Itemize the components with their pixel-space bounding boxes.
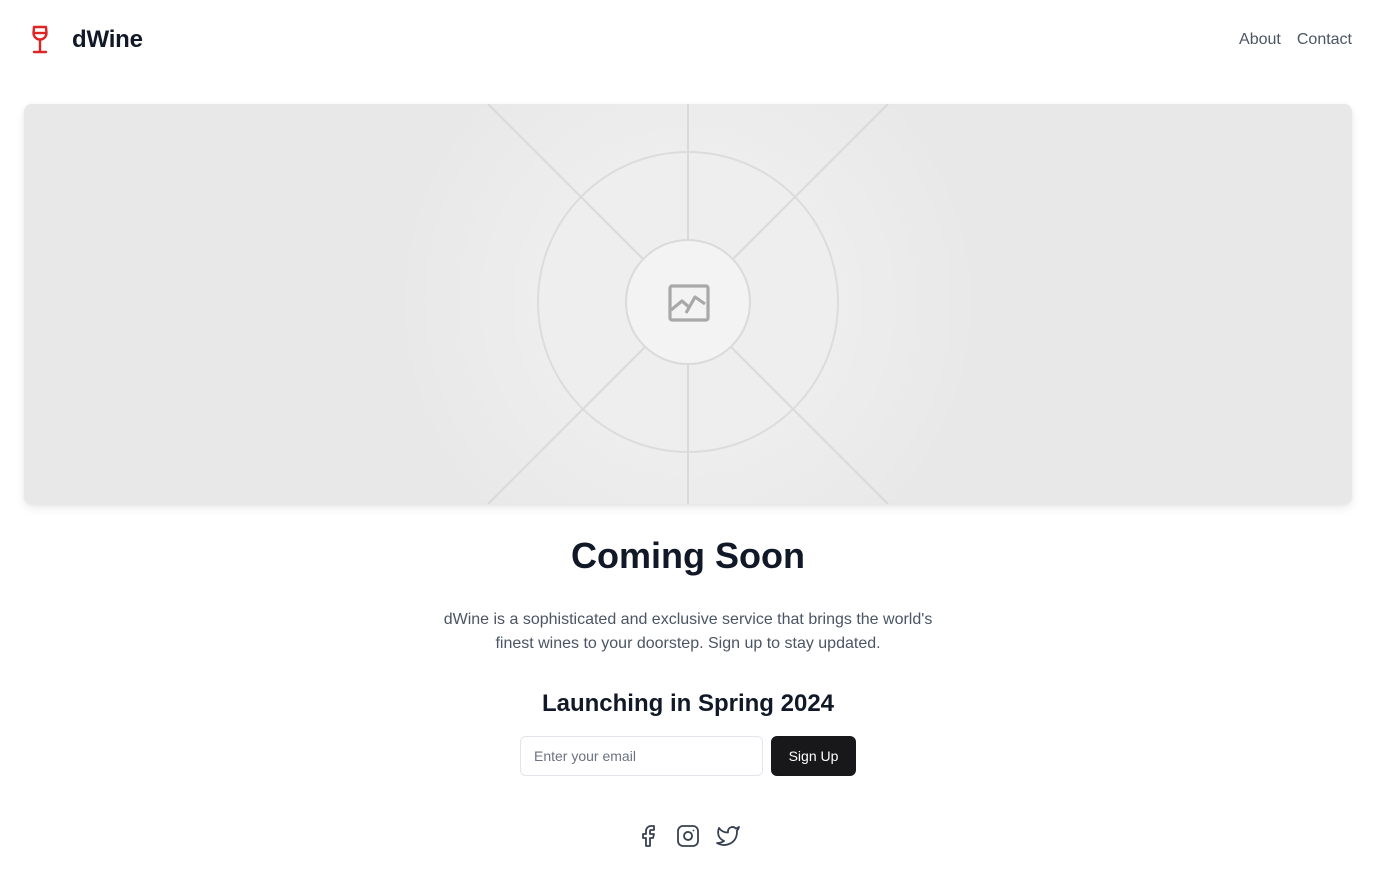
placeholder-pattern <box>24 104 1352 504</box>
nav-contact-link[interactable]: Contact <box>1297 28 1352 52</box>
instagram-icon <box>677 825 699 847</box>
site-header: dWine About Contact <box>0 0 1376 80</box>
brand-name: dWine <box>72 26 143 53</box>
twitter-icon <box>716 826 740 846</box>
description-text: dWine is a sophisticated and exclusive s… <box>443 611 933 652</box>
facebook-icon <box>642 825 655 847</box>
instagram-link[interactable] <box>676 822 700 850</box>
facebook-link[interactable] <box>636 822 660 850</box>
wine-glass-icon <box>32 25 48 54</box>
launch-subtitle: Launching in Spring 2024 <box>541 690 835 717</box>
social-links <box>636 822 740 850</box>
page-title: Coming Soon <box>571 535 805 576</box>
brand-link[interactable]: dWine <box>24 20 143 60</box>
sign-up-button[interactable]: Sign Up <box>771 736 856 776</box>
main-nav: About Contact <box>1239 28 1352 52</box>
email-input[interactable] <box>520 736 763 776</box>
twitter-link[interactable] <box>716 822 740 850</box>
hero-image-placeholder <box>24 104 1352 504</box>
nav-about-link[interactable]: About <box>1239 28 1281 52</box>
